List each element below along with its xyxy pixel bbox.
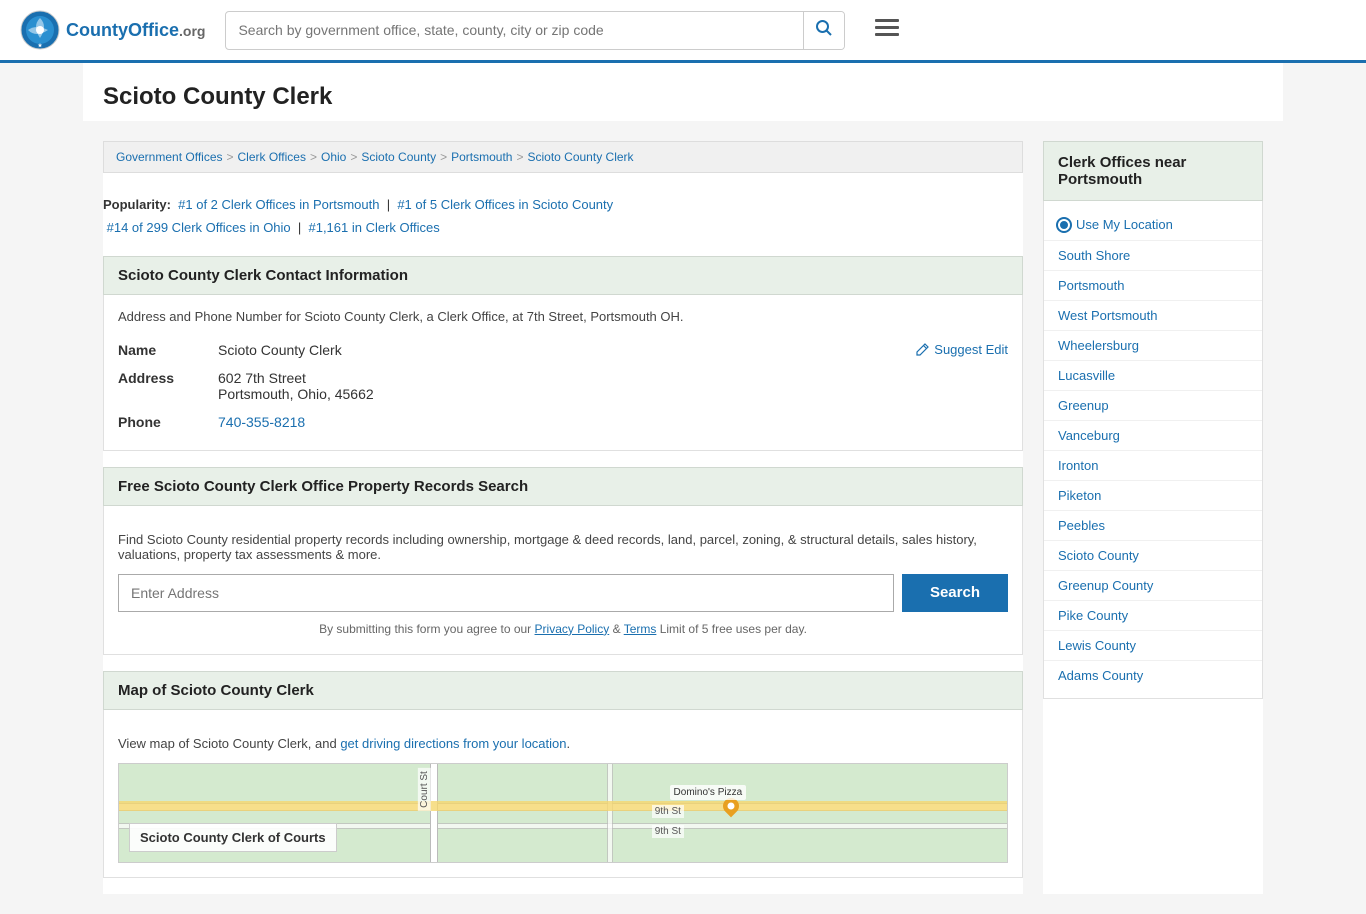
breadcrumb-government-offices[interactable]: Government Offices bbox=[116, 150, 223, 164]
property-search-button[interactable]: Search bbox=[902, 574, 1008, 612]
sidebar-links: Use My Location South Shore Portsmouth W… bbox=[1043, 201, 1263, 699]
contact-address-row: Address 602 7th Street Portsmouth, Ohio,… bbox=[104, 364, 1022, 408]
sidebar-link-vanceburg[interactable]: Vanceburg bbox=[1044, 420, 1262, 450]
breadcrumb-scioto-county[interactable]: Scioto County bbox=[361, 150, 436, 164]
sidebar-link-south-shore[interactable]: South Shore bbox=[1044, 240, 1262, 270]
phone-link[interactable]: 740-355-8218 bbox=[218, 414, 305, 430]
site-logo[interactable]: ★ CountyOffice.org bbox=[20, 10, 205, 50]
property-section-body: Find Scioto County residential property … bbox=[103, 506, 1023, 655]
sidebar-link-scioto-county[interactable]: Scioto County bbox=[1044, 540, 1262, 570]
map-section-header: Map of Scioto County Clerk bbox=[103, 671, 1023, 710]
suggest-edit-button[interactable]: Suggest Edit bbox=[916, 342, 1008, 357]
contact-description: Address and Phone Number for Scioto Coun… bbox=[104, 309, 1022, 336]
location-dot-icon bbox=[1058, 219, 1070, 231]
sidebar-link-ironton[interactable]: Ironton bbox=[1044, 450, 1262, 480]
popularity-section: Popularity: #1 of 2 Clerk Offices in Por… bbox=[103, 183, 1023, 256]
sidebar-link-greenup-county[interactable]: Greenup County bbox=[1044, 570, 1262, 600]
svg-text:★: ★ bbox=[38, 43, 43, 49]
popularity-rank3[interactable]: #14 of 299 Clerk Offices in Ohio bbox=[107, 220, 291, 235]
property-search-form: Search bbox=[104, 574, 1022, 622]
breadcrumb: Government Offices > Clerk Offices > Ohi… bbox=[103, 141, 1023, 173]
contact-phone-row: Phone 740-355-8218 bbox=[104, 408, 1022, 436]
contact-address-value: 602 7th Street Portsmouth, Ohio, 45662 bbox=[204, 364, 1022, 408]
breadcrumb-clerk-offices[interactable]: Clerk Offices bbox=[238, 150, 306, 164]
bc-sep-3: > bbox=[350, 150, 357, 164]
hamburger-icon bbox=[875, 19, 899, 37]
search-icon bbox=[816, 20, 832, 36]
form-disclaimer: By submitting this form you agree to our… bbox=[104, 622, 1022, 640]
driving-directions-link[interactable]: get driving directions from your locatio… bbox=[340, 736, 566, 751]
map-label-box: Scioto County Clerk of Courts bbox=[129, 823, 337, 852]
popularity-label: Popularity: bbox=[103, 197, 171, 212]
bc-sep-4: > bbox=[440, 150, 447, 164]
global-search-button[interactable] bbox=[803, 12, 844, 49]
use-my-location-link[interactable]: Use My Location bbox=[1044, 209, 1262, 240]
property-description: Find Scioto County residential property … bbox=[104, 520, 1022, 574]
address-search-input[interactable] bbox=[118, 574, 894, 612]
property-section-header: Free Scioto County Clerk Office Property… bbox=[103, 467, 1023, 506]
map-description: View map of Scioto County Clerk, and get… bbox=[104, 724, 1022, 763]
bc-sep-1: > bbox=[227, 150, 234, 164]
terms-link[interactable]: Terms bbox=[624, 622, 657, 636]
map-road-label-9th2: 9th St bbox=[652, 825, 684, 838]
map-dominos-label: Domino's Pizza bbox=[670, 785, 747, 800]
sidebar-link-peebles[interactable]: Peebles bbox=[1044, 510, 1262, 540]
sidebar-link-lewis-county[interactable]: Lewis County bbox=[1044, 630, 1262, 660]
privacy-policy-link[interactable]: Privacy Policy bbox=[535, 622, 610, 636]
contact-phone-label: Phone bbox=[104, 408, 204, 436]
breadcrumb-portsmouth[interactable]: Portsmouth bbox=[451, 150, 512, 164]
map-container[interactable]: 9th St 9th St Court St Domino's Pizza Sc… bbox=[118, 763, 1008, 863]
sidebar-link-greenup[interactable]: Greenup bbox=[1044, 390, 1262, 420]
logo-icon: ★ bbox=[20, 10, 60, 50]
sidebar-header: Clerk Offices near Portsmouth bbox=[1043, 141, 1263, 201]
logo-county-text: CountyOffice bbox=[66, 20, 179, 40]
map-section-body: View map of Scioto County Clerk, and get… bbox=[103, 710, 1023, 878]
contact-table: Name Scioto County Clerk Suggest Edit bbox=[104, 336, 1022, 436]
sidebar-link-pike-county[interactable]: Pike County bbox=[1044, 600, 1262, 630]
map-background: 9th St 9th St Court St Domino's Pizza Sc… bbox=[119, 764, 1007, 862]
page-title: Scioto County Clerk bbox=[103, 83, 1263, 111]
contact-name-row: Name Scioto County Clerk Suggest Edit bbox=[104, 336, 1022, 364]
map-road-label-9th: 9th St bbox=[652, 805, 684, 818]
sidebar-link-adams-county[interactable]: Adams County bbox=[1044, 660, 1262, 690]
popularity-rank2[interactable]: #1 of 5 Clerk Offices in Scioto County bbox=[397, 197, 613, 212]
edit-icon bbox=[916, 342, 930, 356]
contact-name-value: Scioto County Clerk Suggest Edit bbox=[204, 336, 1022, 364]
global-search-bar bbox=[225, 11, 845, 50]
breadcrumb-ohio[interactable]: Ohio bbox=[321, 150, 346, 164]
contact-name-label: Name bbox=[104, 336, 204, 364]
sidebar: Clerk Offices near Portsmouth Use My Loc… bbox=[1043, 141, 1263, 894]
global-search-input[interactable] bbox=[226, 14, 803, 46]
sidebar-link-portsmouth[interactable]: Portsmouth bbox=[1044, 270, 1262, 300]
contact-section-header: Scioto County Clerk Contact Information bbox=[103, 256, 1023, 295]
sidebar-link-lucasville[interactable]: Lucasville bbox=[1044, 360, 1262, 390]
popularity-rank1[interactable]: #1 of 2 Clerk Offices in Portsmouth bbox=[178, 197, 379, 212]
contact-address-label: Address bbox=[104, 364, 204, 408]
sidebar-link-piketon[interactable]: Piketon bbox=[1044, 480, 1262, 510]
contact-phone-value: 740-355-8218 bbox=[204, 408, 1022, 436]
logo-org-text: .org bbox=[179, 23, 205, 39]
bc-sep-5: > bbox=[516, 150, 523, 164]
map-road-v1 bbox=[430, 764, 438, 862]
sidebar-link-wheelersburg[interactable]: Wheelersburg bbox=[1044, 330, 1262, 360]
map-road-label-court: Court St bbox=[418, 769, 431, 812]
popularity-rank4[interactable]: #1,161 in Clerk Offices bbox=[308, 220, 439, 235]
breadcrumb-current[interactable]: Scioto County Clerk bbox=[527, 150, 633, 164]
contact-section-body: Address and Phone Number for Scioto Coun… bbox=[103, 295, 1023, 451]
sidebar-link-west-portsmouth[interactable]: West Portsmouth bbox=[1044, 300, 1262, 330]
bc-sep-2: > bbox=[310, 150, 317, 164]
hamburger-menu-button[interactable] bbox=[875, 17, 899, 43]
map-yellow-road bbox=[119, 801, 1007, 811]
map-road-v2 bbox=[607, 764, 613, 862]
